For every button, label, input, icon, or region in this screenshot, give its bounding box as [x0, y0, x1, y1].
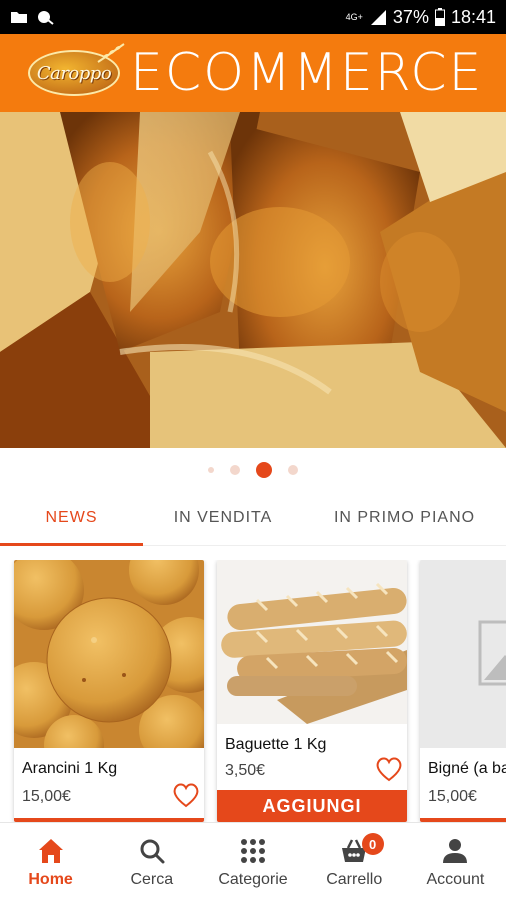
- product-image[interactable]: [14, 560, 204, 748]
- folder-icon: [11, 12, 27, 23]
- tab-label: NEWS: [45, 508, 98, 526]
- nav-cart[interactable]: 0 Carrello: [304, 823, 405, 900]
- croissant-image: [0, 112, 506, 448]
- nav-categories[interactable]: Categorie: [202, 823, 303, 900]
- product-card[interactable]: Arancini 1 Kg 15,00€: [14, 560, 204, 822]
- hero-banner[interactable]: [0, 112, 506, 448]
- tab-in-vendita[interactable]: IN VENDITA: [143, 490, 303, 545]
- placeholder-image-icon: [420, 560, 506, 748]
- favorite-heart-icon[interactable]: [375, 756, 403, 782]
- search-icon: [140, 839, 165, 863]
- nav-label: Home: [28, 870, 73, 888]
- product-price: 15,00€: [428, 788, 477, 805]
- nav-account[interactable]: Account: [405, 823, 506, 900]
- wheat-icon: [97, 43, 125, 63]
- battery-icon: [434, 8, 445, 26]
- status-bar: 4G+ 37% 18:41: [0, 0, 506, 34]
- tab-label: IN VENDITA: [173, 508, 273, 526]
- app-header: Caroppo ECOMMERCE: [0, 34, 506, 112]
- product-tabs: NEWS IN VENDITA IN PRIMO PIANO: [0, 490, 506, 546]
- tab-label: IN PRIMO PIANO: [333, 508, 476, 526]
- sync-icon: [38, 11, 54, 25]
- carousel-dot[interactable]: [208, 467, 214, 473]
- nav-label: Carrello: [326, 870, 383, 888]
- carousel-dot[interactable]: [230, 465, 240, 475]
- page-title: ECOMMERCE: [130, 43, 484, 103]
- add-to-cart-button[interactable]: AGGIUNGI: [217, 790, 407, 822]
- app-screen: 4G+ 37% 18:41 Caroppo ECOMMERCE NEWS IN …: [0, 0, 506, 900]
- product-image[interactable]: [217, 560, 407, 724]
- product-name[interactable]: Arancini 1 Kg: [22, 760, 117, 778]
- tab-in-primo-piano[interactable]: IN PRIMO PIANO: [303, 490, 506, 545]
- account-icon: [443, 838, 468, 863]
- favorite-heart-icon[interactable]: [172, 782, 200, 808]
- carousel-dot[interactable]: [288, 465, 298, 475]
- nav-search[interactable]: Cerca: [101, 823, 202, 900]
- brand-logo[interactable]: Caroppo: [28, 43, 125, 102]
- product-name[interactable]: Bigné (a ba: [428, 760, 506, 778]
- tab-active-indicator: [0, 543, 143, 546]
- carousel-dot-active[interactable]: [256, 462, 272, 478]
- logo-text: Caroppo: [36, 62, 112, 84]
- product-card[interactable]: Bigné (a ba 15,00€: [420, 560, 506, 822]
- product-image[interactable]: [420, 560, 506, 748]
- signal-icon: [370, 10, 386, 25]
- arancini-image: [14, 560, 204, 748]
- battery-percent: 37%: [392, 6, 429, 27]
- baguette-image: [217, 560, 407, 724]
- grid-icon: [241, 838, 265, 863]
- bottom-navigation: Home Cerca Categorie 0 Carrello Account: [0, 822, 506, 900]
- carousel-indicator[interactable]: [0, 462, 506, 478]
- product-carousel[interactable]: Arancini 1 Kg 15,00€ Baguette 1 Kg 3,50€…: [0, 560, 506, 822]
- network-indicator: 4G+: [345, 11, 363, 22]
- product-name[interactable]: Baguette 1 Kg: [225, 736, 326, 754]
- tab-news[interactable]: NEWS: [0, 490, 143, 546]
- product-price: 15,00€: [22, 788, 71, 805]
- product-card[interactable]: Baguette 1 Kg 3,50€ AGGIUNGI: [217, 560, 407, 822]
- nav-label: Categorie: [218, 870, 288, 888]
- nav-home[interactable]: Home: [0, 823, 101, 900]
- product-price: 3,50€: [225, 762, 266, 779]
- nav-label: Cerca: [130, 870, 174, 888]
- clock: 18:41: [450, 6, 496, 27]
- home-icon: [38, 838, 63, 863]
- nav-label: Account: [426, 870, 485, 888]
- cart-count-badge: 0: [361, 833, 384, 855]
